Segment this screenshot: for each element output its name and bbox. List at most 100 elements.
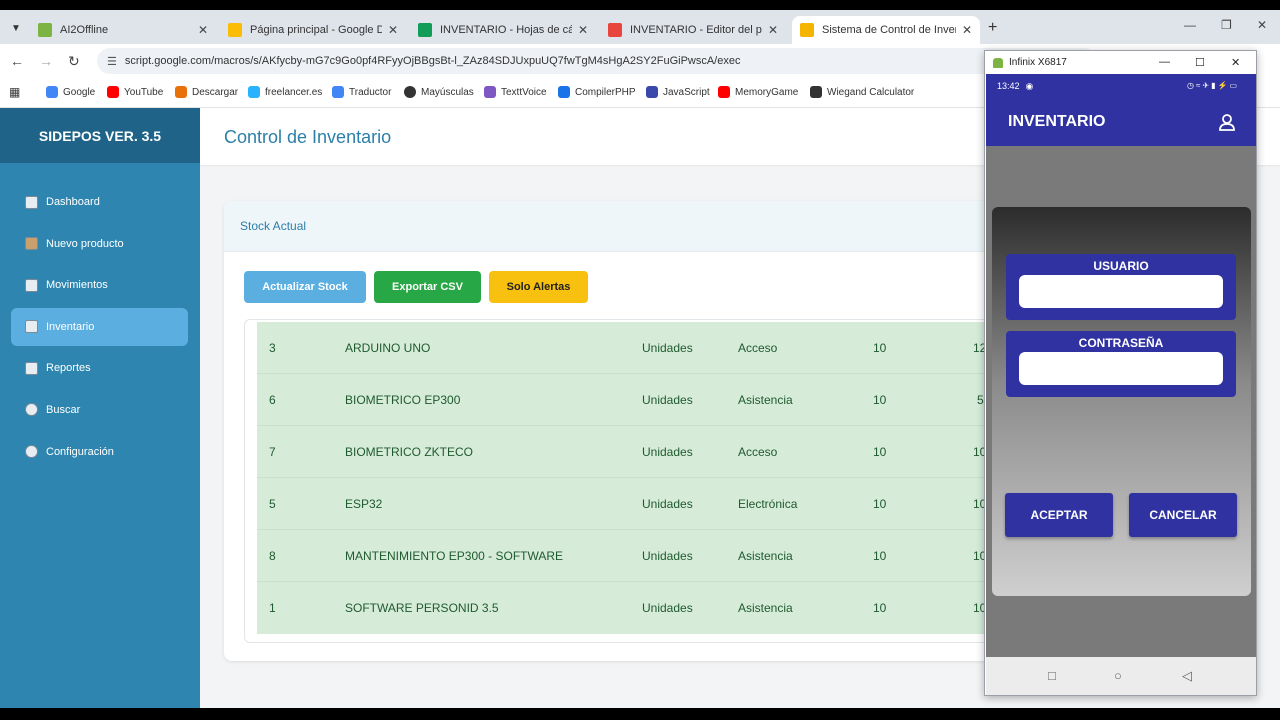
sidebar-item-reportes[interactable]: Reportes (11, 349, 188, 387)
sidebar-item-inventario[interactable]: Inventario (11, 307, 188, 346)
cell-unit: Unidades (642, 601, 693, 615)
app-title: INVENTARIO (1008, 113, 1106, 130)
password-input[interactable] (1019, 352, 1223, 385)
accept-button[interactable]: ACEPTAR (1005, 493, 1113, 537)
bookmark-texttvoice[interactable]: TexttVoice (484, 86, 547, 98)
bookmark-traductor[interactable]: Traductor (332, 86, 391, 98)
cell-category: Acceso (738, 445, 778, 459)
export-csv-button[interactable]: Exportar CSV (374, 271, 481, 303)
cell-min: 10 (873, 497, 887, 511)
back-icon[interactable]: ◁ (1182, 668, 1192, 684)
cell-name: ESP32 (345, 497, 383, 511)
alerts-only-button[interactable]: Solo Alertas (489, 271, 588, 303)
cell-id: 6 (269, 393, 276, 407)
bookmark-javascript[interactable]: JavaScript (646, 86, 710, 98)
bookmark-label: Google (63, 86, 96, 98)
sidebar-item-label: Inventario (46, 320, 95, 333)
cell-min: 10 (873, 445, 887, 459)
back-arrow-icon[interactable]: ← (10, 53, 24, 69)
sidebar-item-buscar[interactable]: Buscar (11, 391, 188, 429)
bookmark-descargar[interactable]: Descargar (175, 86, 238, 98)
tab-title: INVENTARIO - Editor del proyecto (630, 24, 762, 36)
sidebar-item-dashboard[interactable]: Dashboard (11, 183, 188, 221)
cell-category: Acceso (738, 341, 778, 355)
cell-name: SOFTWARE PERSONID 3.5 (345, 601, 499, 615)
emulator-titlebar[interactable]: Infinix X6817 — ☐ ✕ (985, 51, 1256, 74)
phone-screen: 13:42 ◉ ◷≈✈▮⚡▭ INVENTARIO USUARIO CONTRA… (986, 74, 1256, 695)
username-label: USUARIO (1093, 259, 1149, 273)
recents-icon[interactable]: □ (1048, 668, 1056, 683)
cell-unit: Unidades (642, 497, 693, 511)
tab-title: Página principal - Google Drive (250, 24, 382, 36)
cancel-button[interactable]: CANCELAR (1129, 493, 1237, 537)
address-bar[interactable]: ☰ script.google.com/macros/s/AKfycby-mG7… (97, 48, 1097, 74)
refresh-stock-button[interactable]: Actualizar Stock (244, 271, 366, 303)
sidebar-item-movimientos[interactable]: Movimientos (11, 266, 188, 304)
user-icon[interactable] (1217, 112, 1237, 132)
home-icon[interactable]: ○ (1114, 668, 1122, 683)
bookmark-freelancer[interactable]: freelancer.es (248, 86, 322, 98)
notification-icon: ◉ (1025, 80, 1034, 91)
browser-tab-strip: ▼ AI2Offline ✕ Página principal - Google… (0, 10, 1280, 44)
close-icon[interactable]: ✕ (1231, 56, 1240, 69)
cell-category: Asistencia (738, 601, 793, 615)
desktop-screen: ▼ AI2Offline ✕ Página principal - Google… (0, 10, 1280, 708)
tab-sheets[interactable]: INVENTARIO - Hojas de cálculo ✕ (410, 16, 596, 44)
table-row[interactable]: 5 ESP32 Unidades Electrónica 10 10 (257, 478, 1024, 530)
table-row[interactable]: 1 SOFTWARE PERSONID 3.5 Unidades Asisten… (257, 582, 1024, 634)
search-icon (25, 403, 38, 417)
close-icon[interactable]: ✕ (198, 23, 208, 37)
close-icon[interactable]: ✕ (388, 23, 398, 37)
tab-inventory-system[interactable]: Sistema de Control de Inventario ✕ (792, 16, 980, 44)
apps-grid-icon[interactable]: ▦ (9, 85, 20, 99)
bookmark-mayusculas[interactable]: Mayúsculas (404, 86, 474, 98)
close-icon[interactable]: ✕ (768, 23, 778, 37)
forward-arrow-icon[interactable]: → (39, 53, 53, 69)
bookmark-wiegand[interactable]: Wiegand Calculator (810, 86, 914, 98)
youtube-icon (718, 86, 730, 98)
tab-search-button[interactable]: ▼ (6, 18, 26, 38)
sidebar-item-label: Dashboard (46, 196, 100, 208)
maximize-icon[interactable]: ☐ (1195, 56, 1205, 69)
android-nav-bar: □ ○ ◁ (986, 657, 1256, 695)
minimize-icon[interactable]: — (1184, 18, 1196, 32)
google-drive-icon (228, 23, 242, 37)
tab-script-editor[interactable]: INVENTARIO - Editor del proyecto ✕ (600, 16, 786, 44)
close-icon[interactable]: ✕ (578, 23, 588, 37)
android-icon (993, 57, 1003, 68)
close-icon[interactable]: ✕ (962, 23, 972, 37)
sidebar-item-label: Configuración (46, 445, 114, 458)
site-info-icon[interactable]: ☰ (107, 55, 117, 68)
status-icons: ◷≈✈▮⚡▭ (1187, 81, 1239, 90)
table-row[interactable]: 8 MANTENIMIENTO EP300 - SOFTWARE Unidade… (257, 530, 1024, 582)
compiler-icon (558, 86, 570, 98)
table-row[interactable]: 6 BIOMETRICO EP300 Unidades Asistencia 1… (257, 374, 1024, 426)
url-text: script.google.com/macros/s/AKfycby-mG7c9… (124, 55, 741, 67)
bookmark-youtube[interactable]: YouTube (107, 86, 163, 98)
reload-icon[interactable]: ↻ (68, 53, 80, 70)
login-dialog: USUARIO CONTRASEÑA ACEPTAR CANCELAR (992, 207, 1251, 596)
bookmark-label: Traductor (349, 86, 392, 98)
cell-id: 5 (269, 497, 276, 511)
bookmark-memorygame[interactable]: MemoryGame (718, 86, 798, 98)
cell-unit: Unidades (642, 445, 693, 459)
close-window-icon[interactable]: ✕ (1257, 18, 1267, 32)
bookmark-google[interactable]: Google (46, 86, 95, 98)
new-tab-plus-icon[interactable]: + (988, 19, 997, 37)
restore-icon[interactable]: ❐ (1221, 18, 1232, 32)
brand-title: SIDEPOS VER. 3.5 (0, 108, 200, 163)
table-row[interactable]: 3 ARDUINO UNO Unidades Acceso 10 12 (257, 322, 1024, 374)
sidebar: SIDEPOS VER. 3.5 Dashboard Nuevo product… (0, 108, 200, 708)
username-input[interactable] (1019, 275, 1223, 308)
sidebar-item-configuracion[interactable]: Configuración (11, 433, 188, 471)
cell-unit: Unidades (642, 549, 693, 563)
sidebar-item-nuevo-producto[interactable]: Nuevo producto (11, 225, 188, 263)
minimize-icon[interactable]: — (1159, 56, 1170, 68)
bookmark-label: Wiegand Calculator (827, 86, 915, 98)
tab-ai2offline[interactable]: AI2Offline ✕ (30, 16, 216, 44)
bookmark-compilerphp[interactable]: CompilerPHP (558, 86, 636, 98)
table-row[interactable]: 7 BIOMETRICO ZKTECO Unidades Acceso 10 1… (257, 426, 1024, 478)
cell-name: BIOMETRICO EP300 (345, 393, 461, 407)
tab-google-drive[interactable]: Página principal - Google Drive ✕ (220, 16, 406, 44)
download-icon (175, 86, 187, 98)
